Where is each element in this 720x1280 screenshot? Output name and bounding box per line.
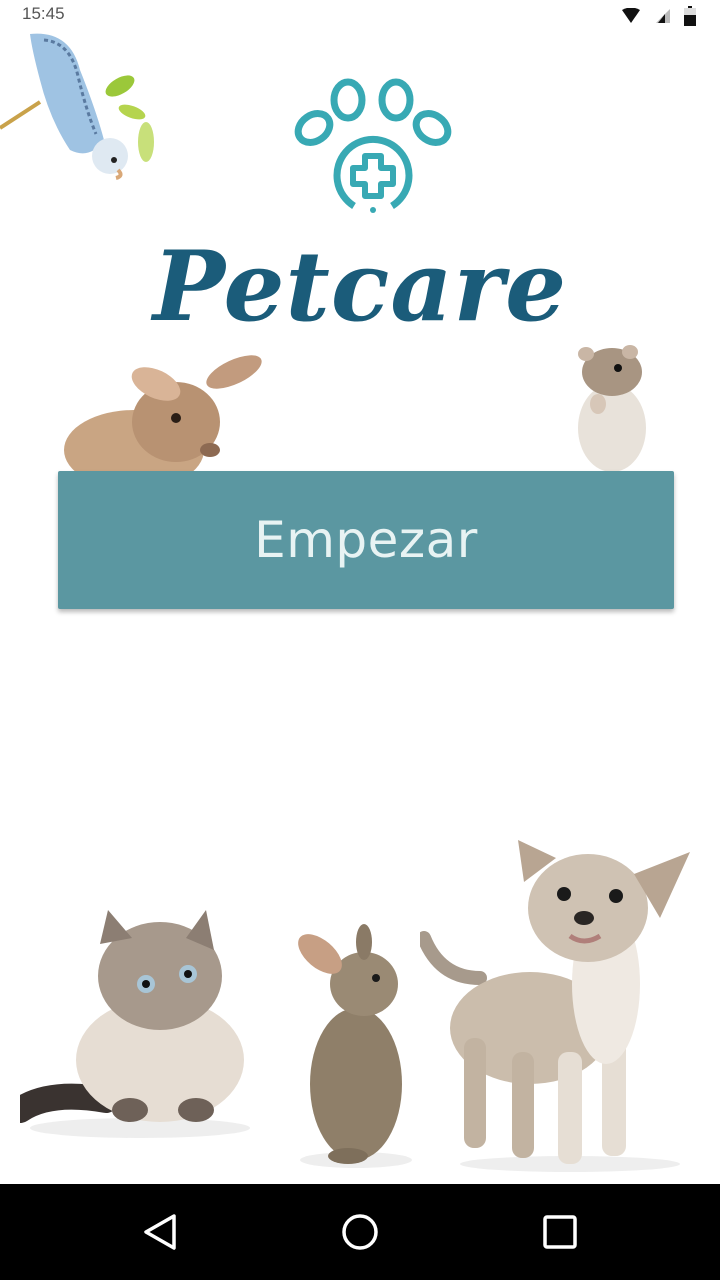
home-icon (342, 1214, 378, 1250)
battery-icon (684, 6, 696, 26)
status-icons (622, 6, 696, 26)
back-icon (144, 1214, 176, 1250)
brand-name: Petcare (152, 230, 568, 343)
rabbit-image-2 (298, 924, 412, 1168)
navigation-bar (0, 1184, 720, 1280)
status-bar: 15:45 (0, 0, 720, 30)
budgie-image (0, 33, 154, 180)
status-time: 15:45 (22, 4, 65, 23)
recents-icon (543, 1215, 577, 1249)
start-button[interactable]: Empezar (58, 471, 674, 609)
chihuahua-puppy-image (420, 840, 690, 1172)
cell-signal-icon (656, 9, 670, 23)
home-button[interactable] (336, 1208, 384, 1256)
wifi-icon (622, 8, 640, 23)
recents-button[interactable] (536, 1208, 584, 1256)
paw-medical-cross-icon (294, 78, 452, 213)
back-button[interactable] (136, 1208, 184, 1256)
cat-image (20, 910, 250, 1138)
rabbit-image (64, 355, 262, 472)
hamster-image (578, 345, 646, 472)
